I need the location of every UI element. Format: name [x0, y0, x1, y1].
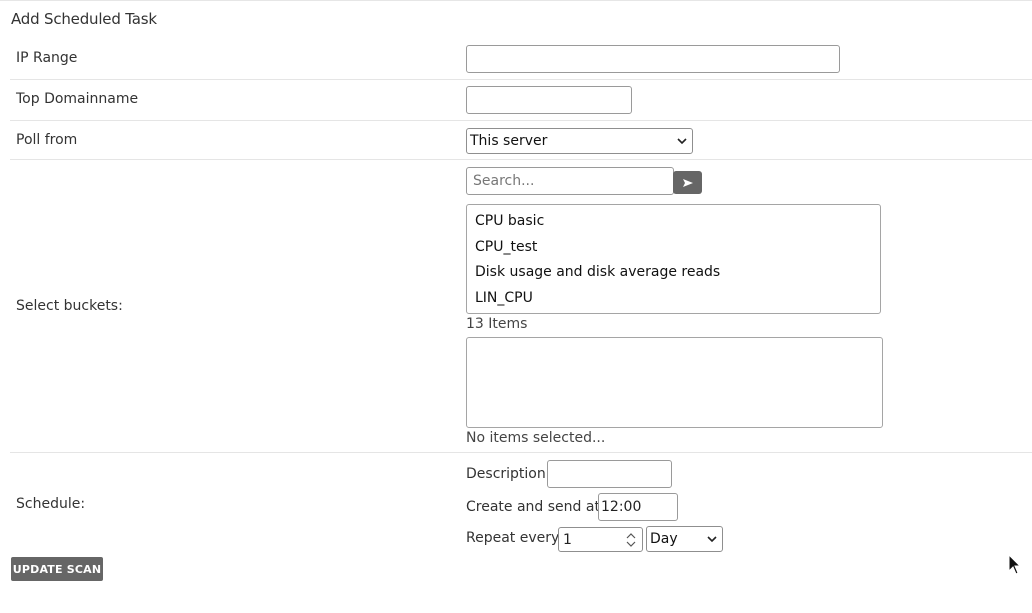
- repeat-label: Repeat every: [466, 530, 560, 546]
- top-domainname-label: Top Domainname: [16, 91, 139, 107]
- update-scan-button[interactable]: UPDATE SCAN: [11, 557, 103, 581]
- selected-buckets-list[interactable]: [466, 337, 883, 428]
- time-input[interactable]: 12:00: [598, 493, 678, 521]
- select-buckets-label: Select buckets:: [16, 298, 123, 314]
- description-label: Description: [466, 466, 546, 482]
- poll-from-selected: This server: [470, 133, 548, 149]
- create-send-label: Create and send at: [466, 499, 600, 515]
- bucket-search-input[interactable]: [466, 167, 674, 195]
- available-buckets-list[interactable]: CPU basic CPU_test Disk usage and disk a…: [466, 204, 881, 314]
- ip-range-input[interactable]: [466, 45, 840, 73]
- ip-range-label: IP Range: [16, 50, 78, 66]
- repeat-unit-selected: Day: [650, 531, 678, 547]
- row-divider: [10, 79, 1032, 80]
- top-domainname-input[interactable]: [466, 86, 632, 114]
- mouse-cursor-icon: [1008, 554, 1022, 575]
- bucket-search-button[interactable]: [673, 171, 702, 194]
- list-item[interactable]: Disk usage and disk average reads: [475, 264, 720, 280]
- list-item[interactable]: LIN_CPU: [475, 290, 533, 306]
- chevron-down-icon: [677, 138, 687, 145]
- repeat-unit-select[interactable]: Day: [646, 526, 723, 552]
- poll-from-label: Poll from: [16, 132, 78, 148]
- description-input[interactable]: [547, 460, 672, 488]
- scheduled-task-form: Add Scheduled Task IP Range Top Domainna…: [0, 0, 1032, 613]
- spinner-icon[interactable]: [626, 531, 636, 549]
- time-value: 12:00: [601, 499, 642, 515]
- selected-status: No items selected...: [466, 430, 606, 446]
- repeat-number-input[interactable]: 1: [558, 527, 643, 552]
- arrow-right-icon: [682, 178, 693, 187]
- row-divider: [10, 159, 1032, 160]
- bucket-count: 13 Items: [466, 316, 528, 332]
- list-item[interactable]: CPU_test: [475, 239, 537, 255]
- row-divider: [10, 120, 1032, 121]
- chevron-down-icon: [707, 536, 717, 543]
- repeat-value: 1: [563, 531, 572, 548]
- row-divider: [10, 452, 1032, 453]
- schedule-label: Schedule:: [16, 496, 86, 512]
- poll-from-select[interactable]: This server: [466, 128, 693, 154]
- list-item[interactable]: CPU basic: [475, 213, 544, 229]
- page-title: Add Scheduled Task: [11, 10, 157, 28]
